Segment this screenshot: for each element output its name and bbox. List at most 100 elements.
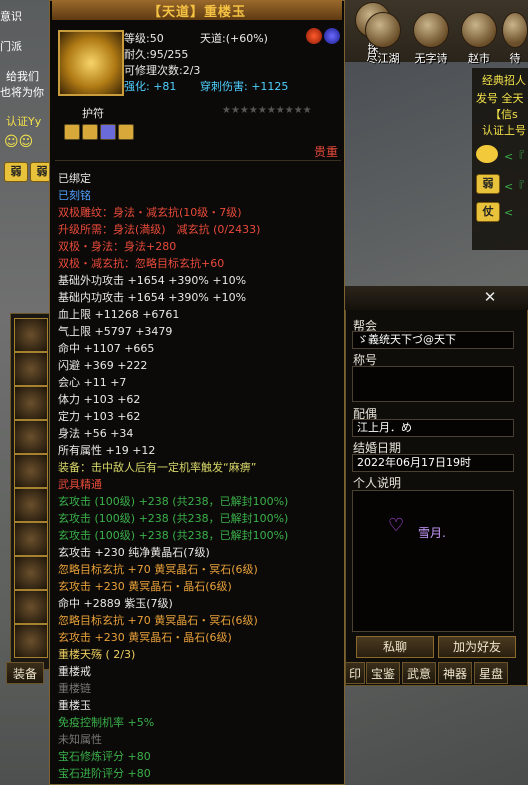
equip-slot-boots[interactable] — [14, 522, 48, 556]
item-tiandao: 天道:(+60%) — [200, 32, 268, 45]
attribute-line: 未知属性 — [58, 733, 102, 746]
bio-field — [352, 490, 514, 632]
attribute-line: 玄攻击 (100级) +238 (共238，已解封100%) — [58, 529, 289, 542]
attribute-line: 重楼玉 — [58, 699, 91, 712]
attribute-line: 玄攻击 +230 黄冥晶石・晶石(6级) — [58, 631, 232, 644]
attribute-line: 忽略目标玄抗 +70 黄冥晶石・冥石(6级) — [58, 563, 258, 576]
attribute-line: 重楼链 — [58, 682, 91, 695]
close-icon[interactable]: ✕ — [482, 289, 498, 305]
attribute-line: 体力 +103 +62 — [58, 393, 141, 406]
title-field — [352, 366, 514, 402]
attribute-line: 玄攻击 (100级) +238 (共238，已解封100%) — [58, 495, 289, 508]
tab-martial[interactable]: 武意 — [402, 662, 436, 684]
amulet-gem-icon — [100, 124, 116, 140]
equip-slot-ring[interactable] — [14, 590, 48, 624]
attribute-line: 已刻铭 — [58, 189, 91, 202]
wedding-field: 2022年06月17日19时 — [352, 454, 514, 472]
private-chat-button[interactable]: 私聊 — [356, 636, 434, 658]
tab-seal[interactable]: 印 — [345, 662, 365, 684]
item-durability: 耐久:95/255 — [124, 48, 189, 61]
attribute-line: 身法 +56 +34 — [58, 427, 134, 440]
attribute-line: 宝石进阶评分 +80 — [58, 767, 151, 780]
equip-slot-necklace[interactable] — [14, 556, 48, 590]
recruit-line: 【信s — [490, 108, 518, 121]
attribute-line: 重楼戒 — [58, 665, 91, 678]
item-pierce: 穿刺伤害: +1125 — [200, 80, 289, 93]
emote-icon — [476, 145, 498, 163]
chat-line: 给我们 — [6, 70, 39, 83]
heart-icon: ♡ — [388, 515, 405, 536]
attribute-line: 装备：击中敌人后有一定机率触发“麻痹” — [58, 461, 257, 474]
add-friend-button[interactable]: 加为好友 — [438, 636, 516, 658]
menu-item-market[interactable]: 赵市 — [458, 12, 500, 68]
tab-artifact[interactable]: 神器 — [438, 662, 472, 684]
menu-item-poem[interactable]: 无字诗 — [410, 12, 452, 68]
attribute-line: 基础内功攻击 +1654 +390% +10% — [58, 291, 247, 304]
attribute-line: 武具精通 — [58, 478, 102, 491]
item-repairable: 可修理次数:2/3 — [124, 64, 201, 77]
menu-item-jianghu[interactable]: 尽江湖 — [362, 12, 404, 68]
bio-name: 雪月. — [418, 526, 446, 540]
item-strengthen: 强化: +81 — [124, 80, 177, 93]
attribute-line: 气上限 +5797 +3479 — [58, 325, 173, 338]
attribute-line: 玄攻击 (100级) +238 (共238，已解封100%) — [58, 512, 289, 525]
tab-treasure[interactable]: 宝鉴 — [366, 662, 400, 684]
attribute-line: 闪避 +369 +222 — [58, 359, 148, 372]
attribute-line: 双极・减玄抗：忽略目标玄抗+60 — [58, 257, 225, 270]
more-icon — [502, 12, 528, 48]
recruit-line: <『 — [504, 180, 525, 193]
attribute-line: 玄攻击 +230 纯净黄晶石(7级) — [58, 546, 210, 559]
spouse-field: 江上月．め — [352, 419, 514, 437]
attribute-line: 玄攻击 +230 黄冥晶石・晶石(6级) — [58, 580, 232, 593]
equip-slot-belt[interactable] — [14, 488, 48, 522]
emote-badge: 弱 — [476, 174, 500, 194]
gem-element-icon — [324, 28, 340, 44]
attribute-line: 已绑定 — [58, 172, 91, 185]
attribute-line: 会心 +11 +7 — [58, 376, 127, 389]
amulet-label: 护符 — [82, 107, 104, 120]
menu-item-more[interactable]: 待 — [502, 12, 528, 68]
attribute-line: 双极・身法：身法+280 — [58, 240, 177, 253]
chat-line: 门派 — [0, 40, 22, 53]
bio-label: 个人说明 — [353, 476, 402, 490]
poem-icon — [413, 12, 449, 48]
amulet-gem-icon — [64, 124, 80, 140]
recruit-line: 发号 全天 — [476, 92, 524, 105]
emote-badge: 仗 — [476, 202, 500, 222]
attribute-line: 基础外功攻击 +1654 +390% +10% — [58, 274, 247, 287]
divider — [55, 160, 341, 161]
chat-line: 也将为你 — [0, 86, 44, 99]
item-level: 等级:50 — [124, 32, 164, 45]
tab-star-disk[interactable]: 星盘 — [474, 662, 508, 684]
amulet-gem-icon — [82, 124, 98, 140]
amulet-gem-icon — [118, 124, 134, 140]
attribute-line: 命中 +1107 +665 — [58, 342, 155, 355]
attribute-line: 升级所需：身法(満级) 减玄抗 (0/2433) — [58, 223, 261, 236]
attribute-line: 宝石修炼评分 +80 — [58, 750, 151, 763]
equip-slot-helmet[interactable] — [14, 318, 48, 352]
emote-figures: ☺☺ — [4, 134, 34, 150]
recruit-line: <『 — [504, 150, 525, 163]
tab-equipment[interactable]: 装备 — [6, 662, 44, 684]
recruit-line: < — [504, 206, 514, 219]
chat-line: 认证Yy — [6, 115, 42, 128]
emote-badge[interactable]: 弱 — [4, 162, 28, 182]
attribute-line: 血上限 +11268 +6761 — [58, 308, 180, 321]
guild-field: ゞ義统天下づ@天下 — [352, 331, 514, 349]
recruit-line: 认证上号 — [482, 124, 526, 137]
valuable-tag: 贵重 — [314, 145, 339, 159]
chat-line: 意识 — [0, 10, 22, 23]
equip-slot-wrist[interactable] — [14, 386, 48, 420]
attribute-line: 重楼天殇 ( 2/3) — [58, 648, 136, 661]
dialog-header — [345, 286, 528, 310]
recruit-line: 经典招人 — [482, 74, 526, 87]
attribute-line: 命中 +2889 紫玉(7级) — [58, 597, 173, 610]
star-rating: ★★★★★★★★★★ — [222, 105, 312, 116]
equip-slot-weapon[interactable] — [14, 352, 48, 386]
equip-slot-jade[interactable] — [14, 624, 48, 658]
fire-element-icon — [306, 28, 322, 44]
attribute-line: 忽略目标玄抗 +70 黄冥晶石・冥石(6级) — [58, 614, 258, 627]
jianghu-icon — [365, 12, 401, 48]
equip-slot-shoulder[interactable] — [14, 454, 48, 488]
equip-slot-armor[interactable] — [14, 420, 48, 454]
